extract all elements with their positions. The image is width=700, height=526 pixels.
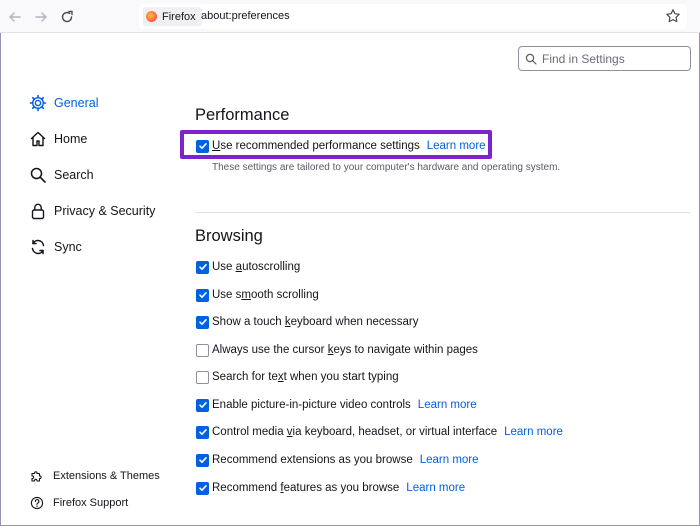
option-label: Always use the cursor keys to navigate w… xyxy=(212,344,478,356)
checkbox-checked[interactable] xyxy=(196,398,209,412)
section-divider xyxy=(195,212,690,213)
checkmark-icon xyxy=(198,292,207,298)
site-name: Firefox xyxy=(162,10,196,23)
sidebar-item-search[interactable]: Search xyxy=(28,164,94,186)
back-arrow-icon xyxy=(9,12,21,22)
checkbox-checked[interactable] xyxy=(196,288,209,302)
checkbox-checked[interactable] xyxy=(196,139,209,153)
learn-more-link[interactable]: Learn more xyxy=(406,482,465,494)
url-bar[interactable]: Firefox about:preferences xyxy=(139,4,687,29)
checkmark-icon xyxy=(198,485,207,491)
sidebar-item-label: Search xyxy=(54,168,94,182)
forward-button[interactable] xyxy=(31,7,51,27)
extensions-themes-link[interactable]: Extensions & Themes xyxy=(30,467,160,485)
puzzle-icon xyxy=(30,469,44,483)
gear-icon xyxy=(28,94,47,113)
option-label: Control media via keyboard, headset, or … xyxy=(212,426,498,438)
option-label: Use recommended performance settings xyxy=(212,140,420,152)
checkmark-icon xyxy=(198,402,207,408)
sidebar-item-label: General xyxy=(54,96,99,110)
browsing-option[interactable]: Search for text when you start typing xyxy=(196,369,399,385)
checkbox-checked[interactable] xyxy=(196,315,209,329)
browsing-option[interactable]: Show a touch keyboard when necessary xyxy=(196,314,419,330)
browsing-heading: Browsing xyxy=(195,227,263,245)
find-in-settings[interactable] xyxy=(518,46,691,71)
sidebar-item-label: Home xyxy=(54,132,88,146)
checkmark-icon xyxy=(198,319,207,325)
browsing-option[interactable]: Always use the cursor keys to navigate w… xyxy=(196,342,478,358)
checkbox-unchecked[interactable] xyxy=(196,370,209,384)
option-label: Enable picture-in-picture video controls xyxy=(212,399,411,411)
sidebar-item-home[interactable]: Home xyxy=(28,128,87,150)
footer-link-label: Extensions & Themes xyxy=(53,470,160,482)
performance-heading: Performance xyxy=(195,106,290,124)
help-icon xyxy=(30,496,44,510)
sidebar-item-label: Privacy & Security xyxy=(54,204,156,218)
reload-button[interactable] xyxy=(57,7,77,27)
footer-link-label: Firefox Support xyxy=(53,497,129,509)
browsing-option[interactable]: Use smooth scrolling xyxy=(196,287,319,303)
browsing-option[interactable]: Recommend features as you browse Learn mo… xyxy=(196,480,465,496)
learn-more-link[interactable]: Learn more xyxy=(420,454,479,466)
reload-icon xyxy=(61,10,73,23)
window-frame xyxy=(0,0,700,526)
learn-more-link[interactable]: Learn more xyxy=(427,140,486,152)
browser-toolbar: Firefox about:preferences xyxy=(0,0,700,33)
performance-description: These settings are tailored to your comp… xyxy=(212,162,561,173)
search-icon xyxy=(525,53,537,65)
checkbox-checked[interactable] xyxy=(196,260,209,274)
bookmark-star-icon[interactable] xyxy=(665,8,681,24)
forward-arrow-icon xyxy=(35,12,47,22)
sidebar-item-general[interactable]: General xyxy=(28,92,98,114)
checkmark-icon xyxy=(198,457,207,463)
sidebar-item-privacy-security[interactable]: Privacy & Security xyxy=(28,200,155,222)
firefox-support-link[interactable]: Firefox Support xyxy=(30,494,128,512)
learn-more-link[interactable]: Learn more xyxy=(504,426,563,438)
option-label: Recommend extensions as you browse xyxy=(212,454,413,466)
search-icon xyxy=(28,166,47,185)
back-button[interactable] xyxy=(5,7,25,27)
browsing-option[interactable]: Use autoscrolling xyxy=(196,259,300,275)
option-label: Show a touch keyboard when necessary xyxy=(212,316,419,328)
home-icon xyxy=(28,130,47,149)
url-text[interactable]: about:preferences xyxy=(201,10,290,22)
option-label: Search for text when you start typing xyxy=(212,371,399,383)
browsing-option[interactable]: Recommend extensions as you browse Learn … xyxy=(196,452,479,468)
sidebar-item-label: Sync xyxy=(54,240,82,254)
option-label: Recommend features as you browse xyxy=(212,482,400,494)
checkbox-unchecked[interactable] xyxy=(196,343,209,357)
checkmark-icon xyxy=(198,429,207,435)
checkmark-icon xyxy=(198,143,207,149)
site-identity[interactable]: Firefox xyxy=(143,7,202,26)
checkbox-checked[interactable] xyxy=(196,481,209,495)
recommended-performance-option[interactable]: Use recommended performance settings Lea… xyxy=(196,138,486,154)
firefox-logo-icon xyxy=(146,11,157,22)
browsing-option[interactable]: Enable picture-in-picture video controls… xyxy=(196,397,477,413)
learn-more-link[interactable]: Learn more xyxy=(418,399,477,411)
browsing-option[interactable]: Control media via keyboard, headset, or … xyxy=(196,424,563,440)
checkbox-checked[interactable] xyxy=(196,425,209,439)
search-input[interactable] xyxy=(542,51,682,66)
option-label: Use smooth scrolling xyxy=(212,289,319,301)
sidebar-item-sync[interactable]: Sync xyxy=(28,236,82,258)
checkmark-icon xyxy=(198,264,207,270)
lock-icon xyxy=(28,202,47,221)
sync-icon xyxy=(28,238,47,257)
checkbox-checked[interactable] xyxy=(196,453,209,467)
option-label: Use autoscrolling xyxy=(212,261,301,273)
